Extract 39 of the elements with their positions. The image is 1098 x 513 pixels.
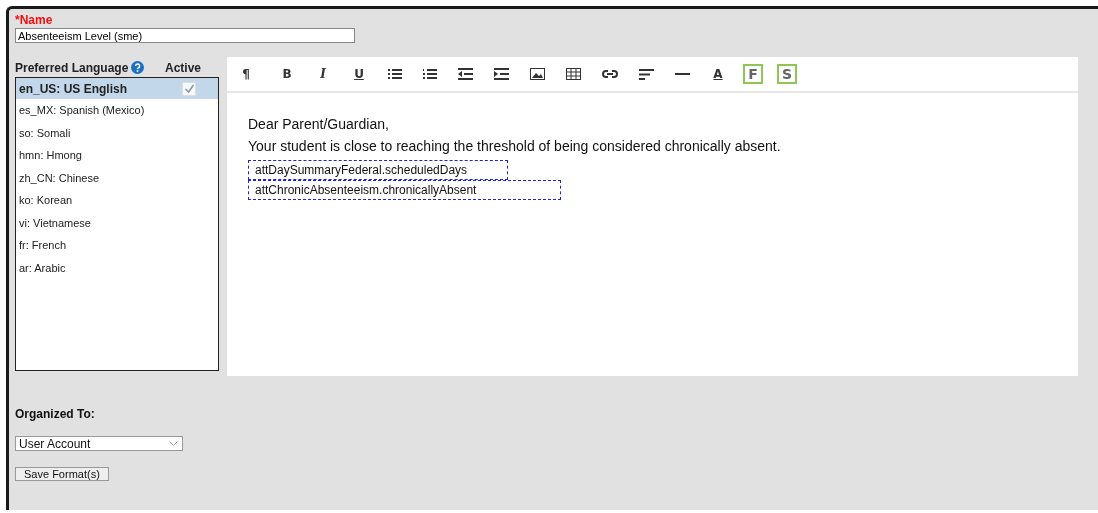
underline-button[interactable]: U	[352, 67, 366, 81]
outdent-icon[interactable]	[457, 68, 473, 80]
chevron-down-icon	[169, 441, 178, 446]
field-insert-button[interactable]: F	[743, 64, 763, 84]
table-icon[interactable]	[565, 68, 581, 80]
language-item[interactable]: ar: Arabic	[16, 256, 218, 279]
language-item[interactable]: hmn: Hmong	[16, 144, 218, 167]
name-field[interactable]: Absenteeism Level (sme)	[15, 28, 355, 43]
active-heading: Active	[164, 60, 201, 75]
bold-button[interactable]: B	[280, 67, 294, 81]
language-item[interactable]: ko: Korean	[16, 189, 218, 212]
link-icon[interactable]	[601, 69, 618, 79]
organized-to-label: Organized To:	[15, 407, 95, 421]
organized-to-dropdown[interactable]: User Account	[15, 436, 183, 451]
text-color-button[interactable]: A	[711, 67, 725, 81]
language-item[interactable]: zh_CN: Chinese	[16, 166, 218, 189]
numbered-list-icon[interactable]	[422, 68, 437, 80]
active-checkbox[interactable]	[182, 81, 196, 96]
merge-field[interactable]: attDaySummaryFederal.scheduledDays	[248, 160, 509, 180]
horizontal-rule-icon[interactable]	[674, 73, 690, 75]
language-item[interactable]: vi: Vietnamese	[16, 211, 218, 234]
name-label: *Name	[15, 13, 53, 27]
language-item[interactable]: es_MX: Spanish (Mexico)	[16, 99, 218, 122]
language-item[interactable]: fr: French	[16, 234, 218, 257]
letter-text: Dear Parent/Guardian,	[248, 116, 389, 132]
paragraph-button[interactable]: ¶	[239, 67, 253, 81]
indent-icon[interactable]	[493, 68, 509, 80]
field-insert-button[interactable]: S	[777, 64, 797, 84]
language-item[interactable]: en_US: US English	[16, 78, 218, 99]
merge-field[interactable]: attChronicAbsenteeism.chronicallyAbsent	[248, 180, 562, 200]
help-icon[interactable]	[131, 61, 145, 74]
align-left-icon[interactable]	[638, 68, 654, 80]
letter-text: Your student is close to reaching the threshold of being considered chronically absent.	[248, 138, 781, 154]
bullet-list-icon[interactable]	[387, 68, 402, 80]
preferred-language-heading: Preferred Language	[15, 60, 129, 75]
save-formats-button[interactable]: Save Format(s)	[15, 467, 109, 481]
language-item[interactable]: so: Somali	[16, 121, 218, 144]
image-icon[interactable]	[529, 68, 545, 80]
italic-button[interactable]: I	[316, 67, 330, 81]
